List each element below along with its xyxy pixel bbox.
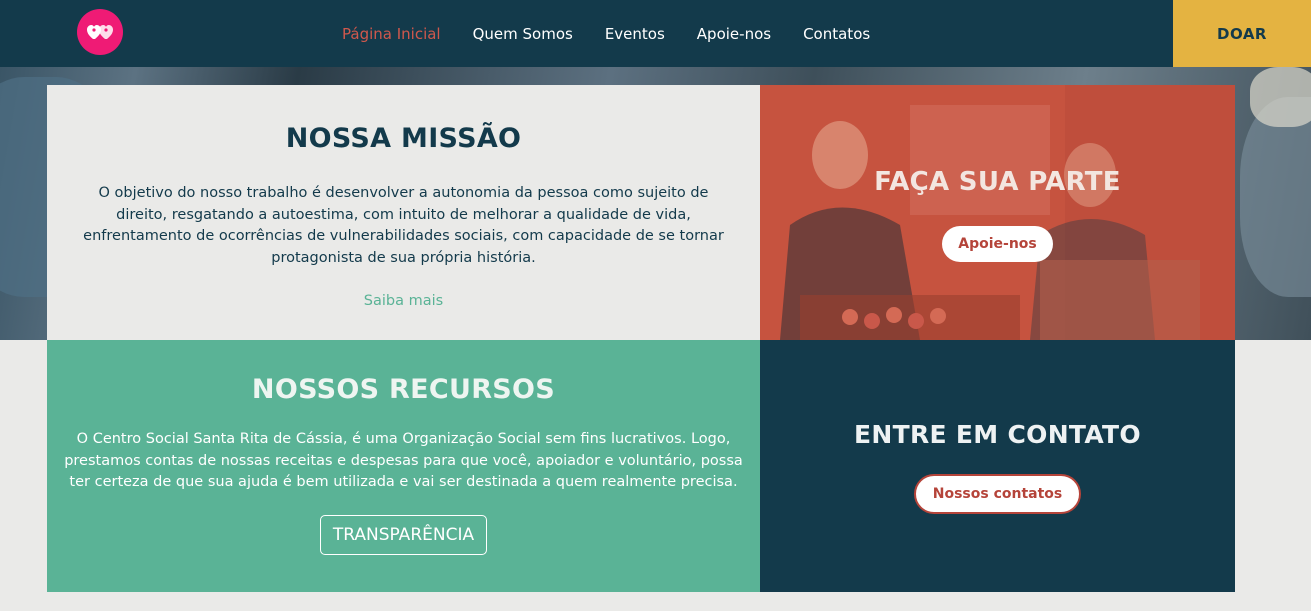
nav-item-quem-somos[interactable]: Quem Somos xyxy=(473,25,573,43)
do-your-part-section: FAÇA SUA PARTE Apoie-nos xyxy=(760,85,1235,340)
resources-title: NOSSOS RECURSOS xyxy=(251,374,556,405)
mission-text: O objetivo do nosso trabalho é desenvolv… xyxy=(83,185,724,266)
resources-text: O Centro Social Santa Rita de Cássia, é … xyxy=(64,431,743,490)
learn-more-link[interactable]: Saiba mais xyxy=(364,293,443,309)
nav-item-eventos[interactable]: Eventos xyxy=(605,25,665,43)
contact-title: ENTRE EM CONTATO xyxy=(854,420,1141,449)
do-your-part-title: FAÇA SUA PARTE xyxy=(874,167,1121,197)
our-contacts-button[interactable]: Nossos contatos xyxy=(913,474,1082,514)
transparency-button[interactable]: TRANSPARÊNCIA xyxy=(319,514,488,555)
resources-section: NOSSOS RECURSOS O Centro Social Santa Ri… xyxy=(47,340,760,592)
support-us-button[interactable]: Apoie-nos xyxy=(942,226,1053,262)
mission-title: NOSSA MISSÃO xyxy=(285,123,522,154)
site-logo[interactable] xyxy=(77,9,123,55)
donate-button[interactable]: DOAR xyxy=(1173,0,1311,67)
contact-section: ENTRE EM CONTATO Nossos contatos xyxy=(760,340,1235,592)
nav-item-apoie-nos[interactable]: Apoie-nos xyxy=(697,25,771,43)
main-nav: Página Inicial Quem Somos Eventos Apoie-… xyxy=(342,0,902,67)
hearts-logo-icon xyxy=(87,25,113,39)
volunteers-photo xyxy=(760,85,1235,340)
mission-section: NOSSA MISSÃO O objetivo do nosso trabalh… xyxy=(47,85,760,340)
top-navbar: Página Inicial Quem Somos Eventos Apoie-… xyxy=(0,0,1311,67)
nav-item-pagina-inicial[interactable]: Página Inicial xyxy=(342,25,441,43)
nav-item-contatos[interactable]: Contatos xyxy=(803,25,870,43)
